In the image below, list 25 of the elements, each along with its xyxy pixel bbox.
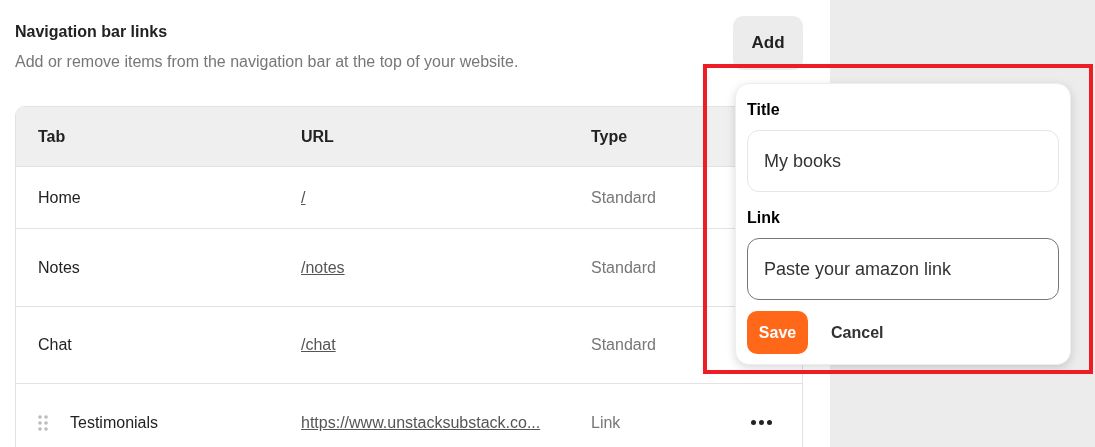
cancel-button[interactable]: Cancel bbox=[831, 320, 884, 345]
add-button[interactable]: Add bbox=[733, 16, 803, 70]
url-link[interactable]: https://www.unstacksubstack.co... bbox=[301, 413, 541, 431]
text-field[interactable]: Paste your amazon link bbox=[747, 238, 1059, 300]
tab-name: Chat bbox=[38, 335, 72, 355]
tab-name: Home bbox=[38, 187, 81, 208]
tab-name: Testimonials bbox=[70, 412, 159, 433]
more-options-icon[interactable] bbox=[751, 420, 772, 425]
column-header: URL bbox=[301, 126, 335, 147]
section-title: Navigation bar links bbox=[15, 22, 169, 42]
field-label: Title bbox=[747, 100, 781, 120]
type-label: Link bbox=[591, 413, 621, 431]
column-header: Type bbox=[591, 126, 629, 147]
drag-handle-icon[interactable] bbox=[38, 414, 48, 431]
type-label: Standard bbox=[591, 188, 656, 206]
url-link[interactable]: /chat bbox=[301, 336, 336, 353]
url-link[interactable]: / bbox=[301, 188, 306, 206]
url-link[interactable]: /notes bbox=[301, 258, 345, 276]
section-description: Add or remove items from the navigation bar at the top of your website. bbox=[15, 52, 519, 72]
tab-name: Notes bbox=[38, 257, 80, 278]
field-label: Link bbox=[747, 208, 781, 228]
text-field[interactable]: My books bbox=[747, 130, 1059, 192]
column-header: Tab bbox=[37, 126, 67, 147]
type-label: Standard bbox=[591, 336, 656, 353]
type-label: Standard bbox=[591, 258, 656, 276]
